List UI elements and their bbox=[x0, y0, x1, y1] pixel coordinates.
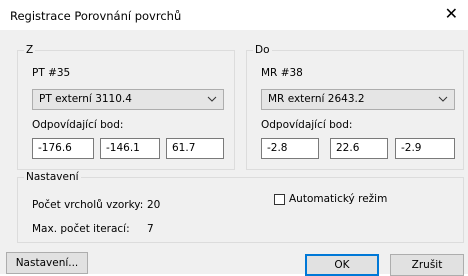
to-y-field[interactable]: 22.6 bbox=[330, 138, 388, 159]
settings-group-legend: Nastavení bbox=[24, 171, 81, 183]
max-iterations-label: Max. počet iterací: bbox=[32, 223, 130, 235]
to-y-value: 22.6 bbox=[336, 142, 360, 154]
to-group-legend: Do bbox=[253, 44, 272, 56]
from-group-legend: Z bbox=[24, 44, 36, 56]
vertex-count-label: Počet vrcholů vzorky: bbox=[32, 199, 144, 211]
chevron-down-icon bbox=[207, 96, 217, 102]
to-matching-label: Odpovídající bod: bbox=[261, 119, 353, 131]
dialog-body: Z PT #35 PT externí 3110.4 Odpovídající … bbox=[0, 30, 468, 276]
to-z-value: -2.9 bbox=[401, 142, 422, 154]
from-y-field[interactable]: -146.1 bbox=[100, 138, 160, 159]
to-x-field[interactable]: -2.8 bbox=[261, 138, 319, 159]
to-point-select[interactable]: MR externí 2643.2 bbox=[261, 89, 455, 110]
auto-mode-label[interactable]: Automatický režim bbox=[289, 193, 387, 205]
to-point-label: MR #38 bbox=[261, 67, 303, 79]
ok-button[interactable]: OK bbox=[305, 254, 379, 276]
title-bar: Registrace Porovnání povrchů ✕ bbox=[0, 0, 468, 30]
from-group: Z PT #35 PT externí 3110.4 Odpovídající … bbox=[17, 44, 235, 170]
cancel-button[interactable]: Zrušit bbox=[390, 254, 464, 276]
from-z-field[interactable]: 61.7 bbox=[166, 138, 224, 159]
chevron-down-icon bbox=[438, 96, 448, 102]
window-title: Registrace Porovnání povrchů bbox=[10, 9, 182, 23]
close-icon[interactable]: ✕ bbox=[445, 6, 458, 22]
from-point-select-value: PT externí 3110.4 bbox=[39, 93, 132, 105]
from-matching-label: Odpovídající bod: bbox=[32, 119, 124, 131]
from-x-field[interactable]: -176.6 bbox=[32, 138, 94, 159]
to-point-select-value: MR externí 2643.2 bbox=[268, 93, 365, 105]
to-z-field[interactable]: -2.9 bbox=[395, 138, 455, 159]
from-z-value: 61.7 bbox=[172, 142, 196, 154]
to-group: Do MR #38 MR externí 2643.2 Odpovídající… bbox=[246, 44, 464, 170]
auto-mode-checkbox[interactable] bbox=[274, 194, 285, 205]
to-x-value: -2.8 bbox=[267, 142, 288, 154]
max-iterations-value: 7 bbox=[147, 223, 154, 235]
settings-button[interactable]: Nastavení... bbox=[6, 252, 88, 274]
from-y-value: -146.1 bbox=[106, 142, 140, 154]
vertex-count-value: 20 bbox=[147, 199, 161, 211]
from-x-value: -176.6 bbox=[38, 142, 72, 154]
dialog-window: Registrace Porovnání povrchů ✕ Z PT #35 … bbox=[0, 0, 468, 276]
settings-group: Nastavení Počet vrcholů vzorky: 20 Max. … bbox=[17, 171, 464, 243]
from-point-select[interactable]: PT externí 3110.4 bbox=[32, 89, 224, 110]
from-point-label: PT #35 bbox=[32, 67, 71, 79]
